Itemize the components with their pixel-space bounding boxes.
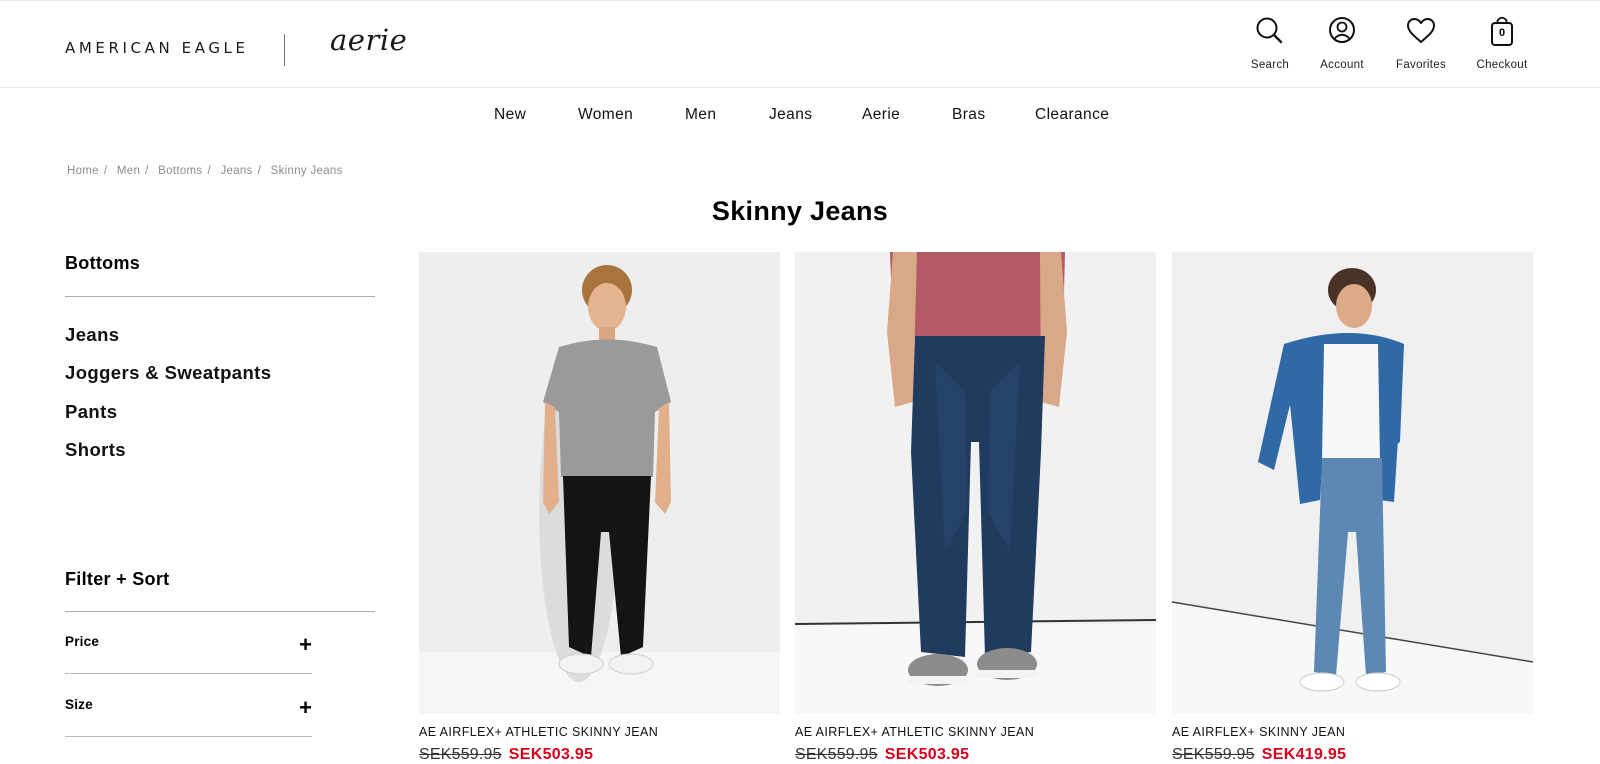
breadcrumb-separator: / xyxy=(257,165,262,177)
breadcrumb-home[interactable]: Home xyxy=(67,165,99,177)
product-image[interactable] xyxy=(419,252,780,714)
checkout-button[interactable]: 0 Checkout xyxy=(1462,13,1542,71)
category-divider xyxy=(65,296,375,297)
product-image[interactable] xyxy=(795,252,1156,714)
search-icon xyxy=(1256,17,1283,44)
breadcrumb-jeans[interactable]: Jeans xyxy=(220,165,252,177)
facet-size-label: Size xyxy=(65,697,93,712)
search-label: Search xyxy=(1250,59,1290,71)
plus-icon[interactable]: + xyxy=(299,632,312,658)
product-name[interactable]: AE AIRFLEX+ ATHLETIC SKINNY JEAN xyxy=(795,725,1034,739)
page-title-wrap: Skinny Jeans xyxy=(0,196,1600,227)
category-link-shorts[interactable]: Shorts xyxy=(65,439,126,461)
breadcrumb-separator: / xyxy=(207,165,211,177)
page-title: Skinny Jeans xyxy=(711,196,889,226)
sale-price: SEK503.95 xyxy=(884,746,970,763)
facet-price[interactable]: Price + xyxy=(65,612,312,674)
filter-sort-heading: Filter + Sort xyxy=(65,569,170,589)
favorites-label: Favorites xyxy=(1396,59,1446,71)
original-price: SEK559.95 xyxy=(795,746,878,763)
product-name[interactable]: AE AIRFLEX+ SKINNY JEAN xyxy=(1172,725,1345,739)
product-card[interactable]: AE AIRFLEX+ SKINNY JEAN SEK559.95 SEK419.… xyxy=(1172,252,1533,763)
search-button[interactable]: Search xyxy=(1230,13,1310,71)
account-label: Account xyxy=(1320,59,1364,71)
logo-divider xyxy=(284,34,285,66)
breadcrumb-bottoms[interactable]: Bottoms xyxy=(158,165,202,177)
nav-clearance[interactable]: Clearance xyxy=(1035,106,1109,124)
category-link-jeans[interactable]: Jeans xyxy=(65,324,119,346)
nav-men[interactable]: Men xyxy=(685,106,716,124)
sale-price: SEK419.95 xyxy=(1261,746,1347,763)
site-header: AMERICAN EAGLE aerie Search Account Favo… xyxy=(0,0,1600,88)
plus-icon[interactable]: + xyxy=(299,695,312,721)
breadcrumb-separator: / xyxy=(145,165,149,177)
product-price: SEK559.95 SEK419.95 xyxy=(1172,746,1346,764)
breadcrumb: Home / Men / Bottoms / Jeans / Skinny Jeans xyxy=(67,165,343,177)
original-price: SEK559.95 xyxy=(419,746,502,763)
breadcrumb-current: Skinny Jeans xyxy=(270,165,343,177)
american-eagle-logo[interactable]: AMERICAN EAGLE xyxy=(65,39,249,57)
product-price: SEK559.95 SEK503.95 xyxy=(419,746,593,764)
breadcrumb-separator: / xyxy=(103,165,108,177)
original-price: SEK559.95 xyxy=(1172,746,1255,763)
nav-jeans[interactable]: Jeans xyxy=(769,106,812,124)
checkout-label: Checkout xyxy=(1476,59,1528,71)
main-nav: New Women Men Jeans Aerie Bras Clearance xyxy=(0,106,1600,132)
product-photo xyxy=(795,252,1156,714)
aerie-logo[interactable]: aerie xyxy=(330,23,407,57)
cart-count: 0 xyxy=(1498,27,1506,39)
product-name[interactable]: AE AIRFLEX+ ATHLETIC SKINNY JEAN xyxy=(419,725,658,739)
category-link-pants[interactable]: Pants xyxy=(65,401,117,423)
heart-icon xyxy=(1407,18,1435,43)
account-button[interactable]: Account xyxy=(1302,13,1382,71)
product-price: SEK559.95 SEK503.95 xyxy=(795,746,969,764)
sale-price: SEK503.95 xyxy=(508,746,594,763)
facet-size[interactable]: Size + xyxy=(65,675,312,737)
product-card[interactable]: AE AIRFLEX+ ATHLETIC SKINNY JEAN SEK559.… xyxy=(419,252,780,763)
nav-women[interactable]: Women xyxy=(578,106,633,124)
product-photo xyxy=(1172,252,1533,714)
product-card[interactable]: AE AIRFLEX+ ATHLETIC SKINNY JEAN SEK559.… xyxy=(795,252,1156,763)
nav-new[interactable]: New xyxy=(494,106,526,124)
category-heading: Bottoms xyxy=(65,253,141,273)
nav-bras[interactable]: Bras xyxy=(952,106,985,124)
account-icon xyxy=(1329,17,1355,43)
facet-price-label: Price xyxy=(65,634,100,649)
product-image[interactable] xyxy=(1172,252,1533,714)
favorites-button[interactable]: Favorites xyxy=(1381,13,1461,71)
breadcrumb-men[interactable]: Men xyxy=(117,165,140,177)
category-link-joggers[interactable]: Joggers & Sweatpants xyxy=(65,362,271,384)
nav-aerie[interactable]: Aerie xyxy=(862,106,900,124)
product-photo xyxy=(419,252,780,714)
